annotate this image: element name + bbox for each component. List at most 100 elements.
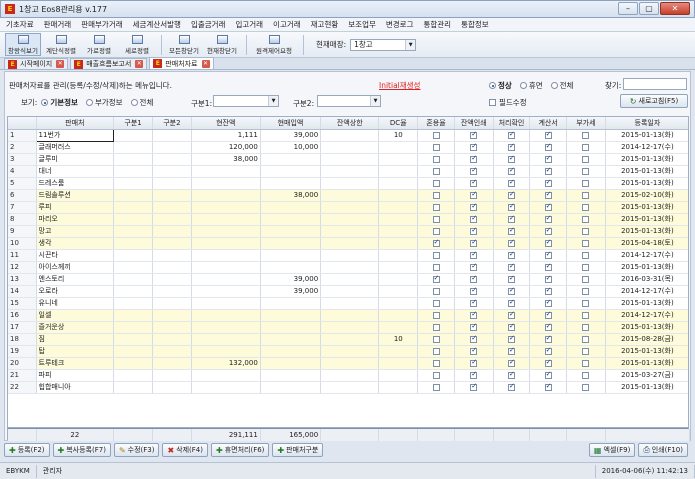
status-radio-normal[interactable]: 정상 — [489, 80, 512, 91]
balance-cell[interactable] — [191, 249, 261, 262]
balance-cell[interactable] — [191, 369, 261, 382]
invoice-checkbox[interactable] — [544, 214, 552, 223]
mixed-use-checkbox[interactable] — [432, 215, 440, 223]
table-row[interactable]: 3글루미 38,000 2015-01-13(화) — [8, 153, 688, 166]
menu-item[interactable]: 이고거래 — [273, 19, 301, 30]
table-row[interactable]: 11시끈타 2014-12-17(수) — [8, 249, 688, 262]
invoice-checkbox[interactable] — [544, 322, 552, 331]
gubun2-cell[interactable] — [152, 285, 192, 298]
balance-print-checkbox[interactable] — [470, 178, 478, 187]
gubun1-cell[interactable] — [113, 249, 153, 262]
column-header[interactable]: 혼용율 — [417, 117, 455, 130]
status-radio-all[interactable]: 전체 — [550, 80, 573, 91]
invoice-checkbox[interactable] — [544, 130, 552, 139]
process-confirm-checkbox[interactable] — [507, 202, 515, 211]
invoice-checkbox[interactable] — [544, 238, 552, 247]
vat-checkbox[interactable] — [582, 383, 590, 391]
vat-checkbox[interactable] — [582, 191, 590, 199]
balance-cell[interactable] — [191, 345, 261, 358]
register-button[interactable]: ✚ 등록(F2) — [4, 443, 50, 457]
menu-item[interactable]: 입출금거래 — [191, 19, 226, 30]
balance-limit-cell[interactable] — [320, 357, 380, 370]
process-confirm-checkbox[interactable] — [507, 226, 515, 235]
invoice-checkbox[interactable] — [544, 166, 552, 175]
vendor-name-cell[interactable]: 드레스룸 — [36, 177, 115, 190]
vat-checkbox[interactable] — [582, 311, 590, 319]
mixed-use-checkbox[interactable] — [432, 251, 440, 259]
mixed-use-checkbox[interactable] — [432, 347, 440, 355]
gubun1-cell[interactable] — [113, 237, 153, 250]
purchase-cell[interactable]: 39,000 — [260, 129, 322, 142]
table-row[interactable]: 14오로라 39,000 2014-12-17(수) — [8, 285, 688, 298]
gubun1-cell[interactable] — [113, 153, 153, 166]
balance-limit-cell[interactable] — [320, 141, 380, 154]
gubun1-cell[interactable] — [113, 189, 153, 202]
vat-checkbox[interactable] — [582, 299, 590, 307]
gubun2-cell[interactable] — [152, 273, 192, 286]
process-confirm-checkbox[interactable] — [507, 166, 515, 175]
invoice-checkbox[interactable] — [544, 226, 552, 235]
balance-cell[interactable] — [191, 333, 261, 346]
gubun2-cell[interactable] — [152, 177, 192, 190]
vat-checkbox[interactable] — [582, 251, 590, 259]
process-confirm-checkbox[interactable] — [507, 382, 515, 391]
close-button[interactable]: ✕ — [660, 2, 690, 15]
column-header[interactable]: 계산서 — [529, 117, 567, 130]
purchase-cell[interactable] — [260, 309, 322, 322]
invoice-checkbox[interactable] — [544, 346, 552, 355]
balance-print-checkbox[interactable] — [470, 250, 478, 259]
invoice-checkbox[interactable] — [544, 142, 552, 151]
process-confirm-checkbox[interactable] — [507, 178, 515, 187]
table-row[interactable]: 18짐 10 2015-08-28(금) — [8, 333, 688, 346]
invoice-checkbox[interactable] — [544, 190, 552, 199]
gubun1-cell[interactable] — [113, 333, 153, 346]
process-confirm-checkbox[interactable] — [507, 154, 515, 163]
balance-limit-cell[interactable] — [320, 213, 380, 226]
column-header[interactable]: 등록일자 — [605, 117, 688, 130]
balance-limit-cell[interactable] — [320, 309, 380, 322]
purchase-cell[interactable]: 10,000 — [260, 141, 322, 154]
vertical-align-button[interactable]: 세로정렬 — [119, 33, 155, 56]
tile-windows-button[interactable]: 창왕식보기 — [5, 33, 41, 56]
gubun1-cell[interactable] — [113, 165, 153, 178]
gubun2-cell[interactable] — [152, 237, 192, 250]
gubun2-cell[interactable] — [152, 321, 192, 334]
invoice-checkbox[interactable] — [544, 382, 552, 391]
mixed-use-checkbox[interactable] — [432, 179, 440, 187]
column-header[interactable]: 부가세 — [566, 117, 606, 130]
vendor-name-cell[interactable]: 오로라 — [36, 285, 115, 298]
purchase-cell[interactable] — [260, 201, 322, 214]
column-header[interactable]: 처리확인 — [493, 117, 531, 130]
close-all-windows-button[interactable]: 모든창닫기 — [166, 33, 202, 56]
balance-limit-cell[interactable] — [320, 273, 380, 286]
vat-checkbox[interactable] — [582, 275, 590, 283]
dc-rate-cell[interactable] — [378, 273, 419, 286]
mixed-use-checkbox[interactable] — [432, 274, 440, 283]
purchase-cell[interactable] — [260, 381, 322, 394]
balance-limit-cell[interactable] — [320, 165, 380, 178]
close-icon[interactable]: ✕ — [135, 60, 144, 68]
mixed-use-checkbox[interactable] — [432, 167, 440, 175]
gubun2-cell[interactable] — [152, 357, 192, 370]
vat-checkbox[interactable] — [582, 167, 590, 175]
mixed-use-checkbox[interactable] — [432, 287, 440, 295]
balance-print-checkbox[interactable] — [470, 214, 478, 223]
vat-checkbox[interactable] — [582, 335, 590, 343]
mixed-use-checkbox[interactable] — [432, 227, 440, 235]
balance-cell[interactable] — [191, 297, 261, 310]
balance-cell[interactable] — [191, 213, 261, 226]
dc-rate-cell[interactable] — [378, 177, 419, 190]
invoice-checkbox[interactable] — [544, 298, 552, 307]
vendor-name-cell[interactable]: 유니네 — [36, 297, 115, 310]
vat-checkbox[interactable] — [582, 287, 590, 295]
column-header[interactable]: DC율 — [378, 117, 419, 130]
menu-item[interactable]: 통합관리 — [423, 19, 451, 30]
required-checkbox[interactable] — [489, 99, 496, 106]
column-header[interactable]: 잔액인쇄 — [454, 117, 494, 130]
column-header[interactable]: 판매처 — [36, 117, 115, 130]
purchase-cell[interactable] — [260, 213, 322, 226]
purchase-cell[interactable]: 38,000 — [260, 189, 322, 202]
gubun2-cell[interactable] — [152, 225, 192, 238]
vendor-name-cell[interactable]: 글루미 — [36, 153, 115, 166]
mixed-use-checkbox[interactable] — [432, 311, 440, 319]
